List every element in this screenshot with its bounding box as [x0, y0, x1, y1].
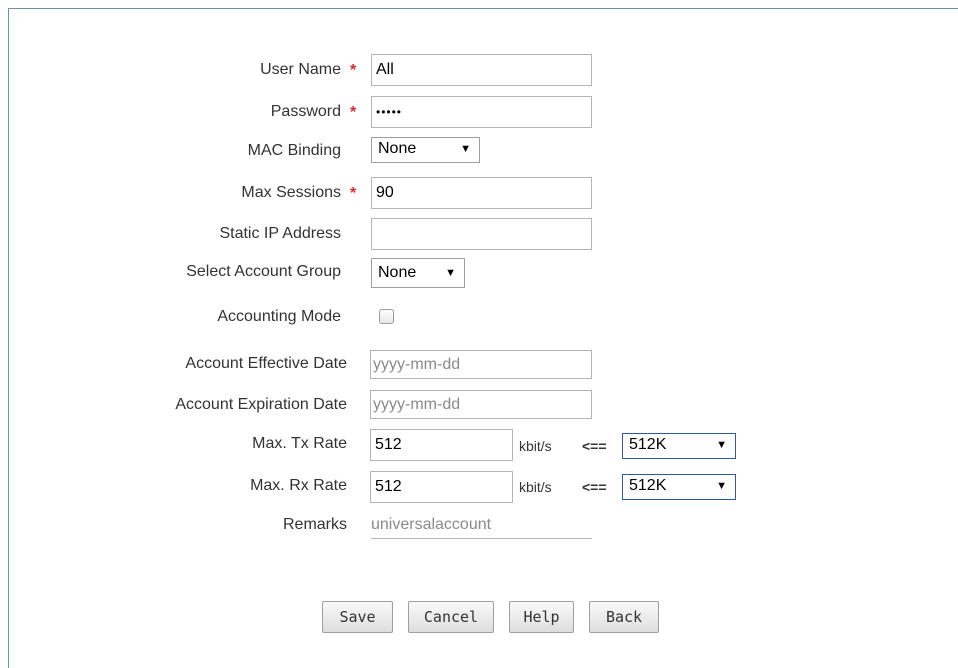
rx-rate-preset-value: 512K: [629, 477, 667, 494]
static-ip-input[interactable]: [371, 218, 592, 250]
remarks-label: Remarks: [282, 516, 347, 533]
password-input[interactable]: [371, 96, 592, 128]
account-group-label: Select Account Group: [186, 263, 341, 280]
user-name-label: User Name: [260, 61, 341, 78]
dropdown-arrow-icon: ▼: [445, 267, 456, 279]
remarks-value: universalaccount: [371, 516, 492, 533]
rx-rate-input[interactable]: [370, 471, 513, 503]
expiration-date-label: Account Expiration Date: [175, 396, 347, 413]
effective-date-input[interactable]: [370, 350, 592, 379]
tx-rate-preset-select[interactable]: 512K ▼: [622, 433, 736, 459]
rx-rate-label: Max. Rx Rate: [250, 477, 347, 494]
cancel-button[interactable]: Cancel: [408, 601, 494, 633]
static-ip-label: Static IP Address: [219, 225, 341, 242]
dropdown-arrow-icon: ▼: [716, 439, 727, 451]
mac-binding-label: MAC Binding: [247, 142, 341, 159]
user-name-required-marker: *: [350, 62, 357, 79]
account-group-select[interactable]: None ▼: [371, 258, 465, 288]
accounting-mode-checkbox[interactable]: [379, 309, 394, 324]
user-name-input[interactable]: [371, 54, 592, 86]
password-required-marker: *: [350, 104, 357, 121]
rx-rate-unit: kbit/s: [519, 479, 552, 495]
rx-rate-arrow: <==: [582, 479, 607, 495]
dropdown-arrow-icon: ▼: [460, 143, 471, 155]
tx-rate-label: Max. Tx Rate: [252, 435, 347, 452]
max-sessions-required-marker: *: [350, 185, 357, 202]
max-sessions-label: Max Sessions: [241, 184, 341, 201]
help-button[interactable]: Help: [509, 601, 574, 633]
tx-rate-preset-value: 512K: [629, 436, 667, 453]
mac-binding-select[interactable]: None ▼: [371, 137, 480, 163]
save-button[interactable]: Save: [322, 601, 393, 633]
effective-date-label: Account Effective Date: [185, 355, 347, 372]
back-button[interactable]: Back: [589, 601, 659, 633]
password-label: Password: [270, 103, 341, 120]
account-group-selected-value: None: [378, 264, 417, 281]
dropdown-arrow-icon: ▼: [716, 480, 727, 492]
remarks-field[interactable]: universalaccount: [371, 515, 592, 539]
rx-rate-preset-select[interactable]: 512K ▼: [622, 474, 736, 500]
max-sessions-input[interactable]: [371, 177, 592, 209]
tx-rate-input[interactable]: [370, 429, 513, 461]
mac-binding-selected-value: None: [378, 140, 417, 157]
accounting-mode-label: Accounting Mode: [217, 308, 341, 325]
tx-rate-unit: kbit/s: [519, 438, 552, 454]
tx-rate-arrow: <==: [582, 438, 607, 454]
expiration-date-input[interactable]: [370, 390, 592, 419]
